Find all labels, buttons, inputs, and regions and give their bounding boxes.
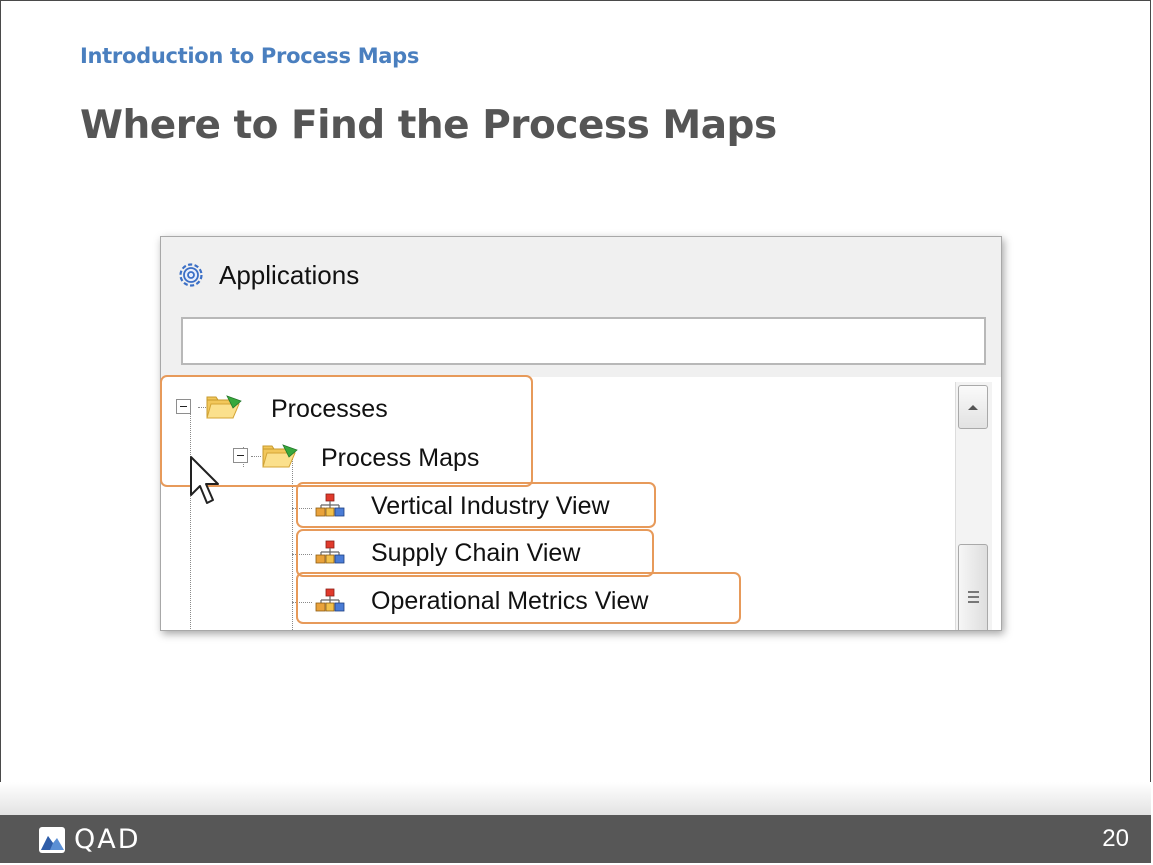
gear-icon <box>179 263 203 287</box>
page-number: 20 <box>1102 825 1129 852</box>
grip-line <box>968 601 979 603</box>
highlight-vertical-industry-view <box>296 482 656 528</box>
scroll-thumb[interactable] <box>958 544 988 630</box>
grip-line <box>968 591 979 593</box>
qad-logo: QAD <box>38 824 141 855</box>
qad-logo-text: QAD <box>74 824 141 855</box>
arrow-up-icon <box>968 405 978 410</box>
slide-subtitle: Introduction to Process Maps <box>80 44 420 68</box>
search-input[interactable] <box>181 317 986 365</box>
tree-scrollbar[interactable] <box>955 382 992 630</box>
slide-footer: QAD 20 <box>0 815 1151 863</box>
highlight-supply-chain-view <box>296 529 654 577</box>
scroll-up-button[interactable] <box>958 385 988 429</box>
slide-title: Where to Find the Process Maps <box>80 103 777 148</box>
grip-line <box>968 596 979 598</box>
panel-header: Applications <box>175 257 359 293</box>
qad-logo-icon <box>39 826 65 853</box>
mouse-pointer-icon <box>190 456 219 504</box>
footer-shade <box>0 782 1151 816</box>
panel-title: Applications <box>219 259 360 290</box>
highlight-operational-metrics-view <box>296 572 741 624</box>
